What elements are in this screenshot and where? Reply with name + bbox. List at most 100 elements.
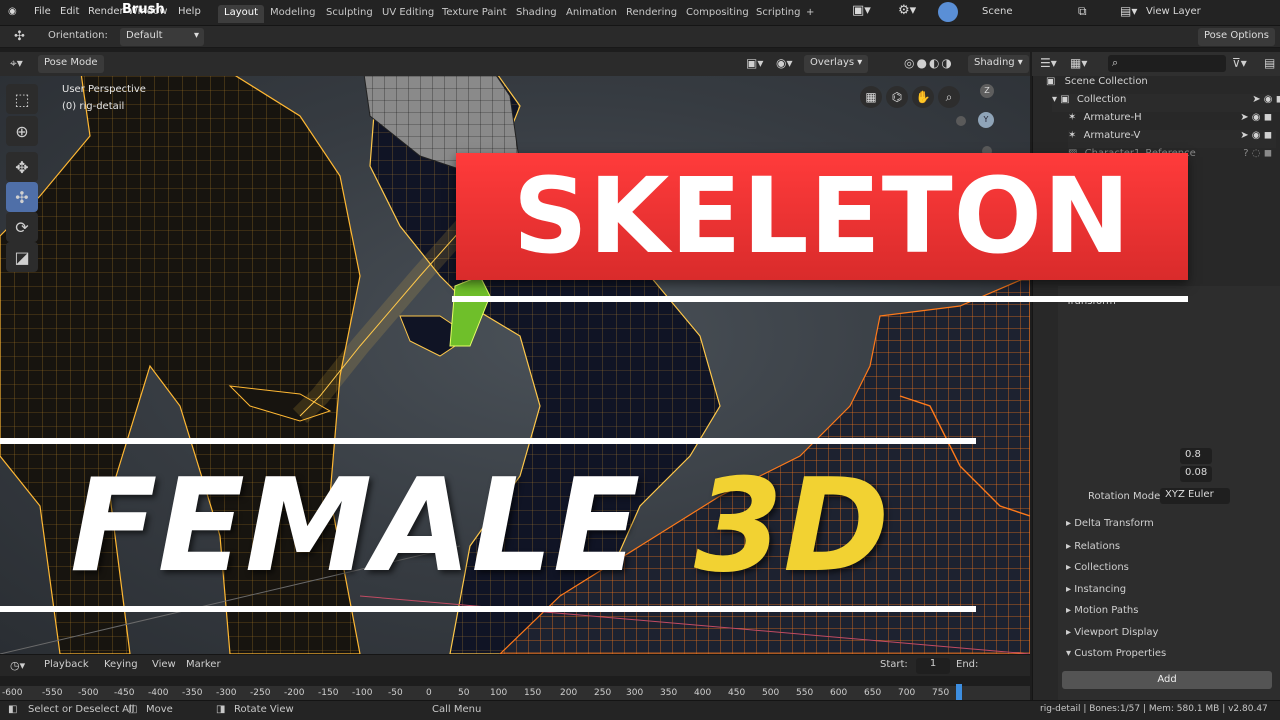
timeline-tick: 200 xyxy=(560,688,578,698)
shading-modes-icon[interactable]: ◎●◐◑ xyxy=(904,56,954,70)
end-frame-label: End: xyxy=(956,659,979,670)
visibility-toggles[interactable]: ➤ ◉ ◼ xyxy=(1240,112,1272,123)
transform-icon[interactable]: ✣ xyxy=(6,182,38,212)
expand-arrow-icon: ▾ xyxy=(1052,94,1058,105)
tab-animation[interactable]: Animation xyxy=(560,5,623,23)
view-layer-icon[interactable]: ▤▾ xyxy=(1120,4,1137,18)
editor-type-icon[interactable]: ⌖▾ xyxy=(10,56,23,71)
move-icon[interactable]: ✥ xyxy=(6,152,38,182)
visibility-toggles[interactable]: ? ◌ ◼ xyxy=(1243,148,1272,159)
timeline-tick: 550 xyxy=(796,688,814,698)
viewport-display-section[interactable]: ▸ Viewport Display xyxy=(1066,627,1158,638)
collections-section[interactable]: ▸ Collections xyxy=(1066,562,1129,573)
visibility-icon[interactable]: ◉▾ xyxy=(776,56,793,70)
tab-rendering[interactable]: Rendering xyxy=(620,5,683,23)
rotate-icon[interactable]: ⟳ xyxy=(6,212,38,242)
pose-options-button[interactable]: Pose Options xyxy=(1198,28,1275,46)
outliner-row-collection[interactable]: ▾ ▣ Collection ➤ ◉ ◼ xyxy=(1052,94,1280,112)
cursor-icon[interactable]: ⊕ xyxy=(6,116,38,146)
mouse-left-icon: ◧ xyxy=(8,704,18,715)
viewport-shading-icon[interactable]: ▣▾ xyxy=(746,56,763,70)
timeline-tick: -350 xyxy=(182,688,203,698)
toggle-camera-icon[interactable]: ▦ xyxy=(860,86,882,108)
rotation-mode-dropdown[interactable]: XYZ Euler xyxy=(1160,488,1230,504)
mode-dropdown[interactable]: Pose Mode xyxy=(38,55,104,73)
add-property-button[interactable]: Add xyxy=(1062,671,1272,689)
user-avatar[interactable] xyxy=(938,2,958,22)
outliner-row-armature-v[interactable]: ✶ Armature-V ➤ ◉ ◼ xyxy=(1068,130,1276,148)
custom-properties-section[interactable]: ▾ Custom Properties xyxy=(1066,648,1166,659)
motion-paths-section[interactable]: ▸ Motion Paths xyxy=(1066,605,1138,616)
gizmo-z-axis[interactable]: Z xyxy=(980,84,994,98)
status-call-menu: Call Menu xyxy=(432,704,482,715)
outliner-search-input[interactable]: ⌕ xyxy=(1108,55,1226,72)
overlays-dropdown[interactable]: Overlays ▾ xyxy=(804,55,869,73)
timeline-tick: -600 xyxy=(2,688,23,698)
keying-menu[interactable]: Keying xyxy=(104,659,138,670)
timeline-tick: 500 xyxy=(762,688,780,698)
mouse-right-icon: ◨ xyxy=(216,704,226,715)
timeline-tick: 50 xyxy=(458,688,470,698)
select-box-icon[interactable]: ⬚ xyxy=(6,84,38,114)
scene-selector-icon[interactable]: ▣▾ xyxy=(852,3,871,18)
timeline-tick: 100 xyxy=(490,688,508,698)
transform-value-field[interactable]: 0.08 xyxy=(1180,466,1212,482)
timeline-tick: -550 xyxy=(42,688,63,698)
status-select: Select or Deselect All xyxy=(28,704,135,715)
blender-logo-icon[interactable]: ◉ xyxy=(8,6,17,17)
menu-file[interactable]: File xyxy=(34,6,51,17)
menu-render[interactable]: Render xyxy=(88,6,124,17)
timeline-tick: 250 xyxy=(594,688,612,698)
orientation-dropdown[interactable]: Default ▾ xyxy=(120,28,204,46)
tab-uv-editing[interactable]: UV Editing xyxy=(376,5,440,23)
playhead[interactable] xyxy=(956,684,962,700)
shading-dropdown[interactable]: Shading ▾ xyxy=(968,55,1029,73)
outliner-row-armature-h[interactable]: ✶ Armature-H ➤ ◉ ◼ xyxy=(1068,112,1276,130)
copy-scene-icon[interactable]: ⧉ xyxy=(1078,4,1087,19)
tab-modeling[interactable]: Modeling xyxy=(264,5,322,23)
view-menu[interactable]: View xyxy=(152,659,176,670)
view-perspective-label: User Perspective xyxy=(62,84,146,95)
viewport-header: ⌖▾ Pose Mode ▣▾ ◉▾ Overlays ▾ ◎●◐◑ Shadi… xyxy=(0,52,1030,76)
camera-view-icon[interactable]: ⌬ xyxy=(886,86,908,108)
gizmo-y-axis[interactable]: Y xyxy=(978,112,994,128)
zoom-icon[interactable]: ⌕ xyxy=(938,86,960,108)
transform-tool-icon[interactable]: ✣ xyxy=(14,29,25,44)
marker-menu[interactable]: Marker xyxy=(186,659,221,670)
outliner-row-scene-collection[interactable]: ▣ Scene Collection xyxy=(1046,76,1280,94)
tab-compositing[interactable]: Compositing xyxy=(680,5,755,23)
title-line-bottom xyxy=(0,606,976,612)
tab-scripting[interactable]: Scripting xyxy=(750,5,806,23)
timeline-tick: 400 xyxy=(694,688,712,698)
start-frame-label: Start: xyxy=(880,659,908,670)
viewport-info: User Perspective (0) rig-detail xyxy=(62,84,146,112)
instancing-section[interactable]: ▸ Instancing xyxy=(1066,584,1126,595)
playback-menu[interactable]: Playback xyxy=(44,659,89,670)
timeline-tick: -250 xyxy=(250,688,271,698)
armature-icon: ✶ xyxy=(1068,112,1077,123)
display-mode-icon[interactable]: ▦▾ xyxy=(1070,56,1087,70)
transform-value-field[interactable]: 0.8 xyxy=(1180,448,1212,464)
outliner-editor-icon[interactable]: ☰▾ xyxy=(1040,56,1057,70)
tab-sculpting[interactable]: Sculpting xyxy=(320,5,379,23)
gizmo-neg-x-axis[interactable] xyxy=(956,116,966,126)
tab-shading[interactable]: Shading xyxy=(510,5,563,23)
start-frame-field[interactable]: 1 xyxy=(916,658,950,674)
tab-layout[interactable]: Layout xyxy=(218,5,264,23)
visibility-toggles[interactable]: ➤ ◉ ◼ xyxy=(1240,130,1272,141)
visibility-toggles[interactable]: ➤ ◉ ◼ xyxy=(1252,94,1280,105)
scale-icon[interactable]: ◪ xyxy=(6,242,38,272)
delta-transform-section[interactable]: ▸ Delta Transform xyxy=(1066,518,1154,529)
new-collection-icon[interactable]: ▤ xyxy=(1264,56,1275,70)
menu-edit[interactable]: Edit xyxy=(60,6,79,17)
scene-name[interactable]: Scene xyxy=(982,6,1013,17)
tab-texture-paint[interactable]: Texture Paint xyxy=(436,5,513,23)
timeline-editor-icon[interactable]: ◷▾ xyxy=(10,659,25,672)
menu-help[interactable]: Help xyxy=(178,6,201,17)
filter-icon[interactable]: ⊽▾ xyxy=(1232,56,1247,70)
view-layer-name[interactable]: View Layer xyxy=(1146,6,1201,17)
relations-section[interactable]: ▸ Relations xyxy=(1066,541,1120,552)
render-engine-icon[interactable]: ⚙▾ xyxy=(898,3,916,18)
pan-hand-icon[interactable]: ✋ xyxy=(912,86,934,108)
add-workspace-button[interactable]: + xyxy=(800,5,820,23)
